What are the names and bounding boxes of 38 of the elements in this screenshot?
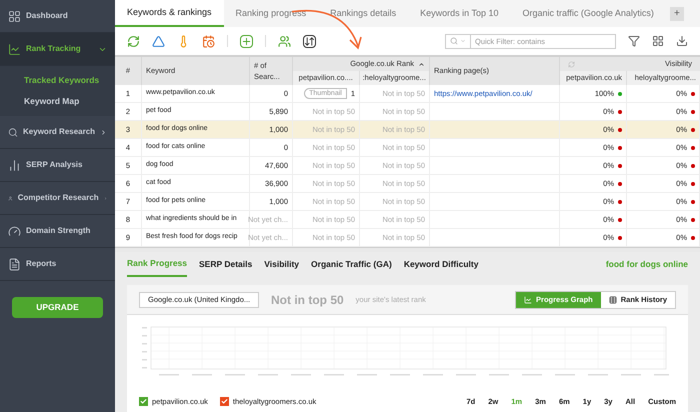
legend-checkbox[interactable] <box>139 396 148 406</box>
calendar-icon[interactable] <box>202 34 215 48</box>
dashboard-icon <box>8 10 21 22</box>
tab[interactable]: Rankings details <box>318 0 408 27</box>
sidebar-subitem[interactable]: Tracked Keywords <box>0 70 115 91</box>
users-icon[interactable] <box>278 34 291 48</box>
document-icon <box>8 258 21 270</box>
refresh-icon[interactable] <box>127 34 140 48</box>
download-icon[interactable] <box>676 35 688 47</box>
gauge-icon <box>8 224 21 238</box>
details-tab[interactable]: Visibility <box>264 252 300 277</box>
search-icon <box>8 126 18 138</box>
add-icon[interactable] <box>240 34 253 48</box>
details-tab[interactable]: Keyword Difficulty <box>404 252 478 277</box>
tab[interactable]: Keywords & rankings <box>115 0 224 27</box>
sort-icon[interactable] <box>303 34 316 48</box>
table-icon <box>608 296 617 304</box>
chart-icon <box>524 296 532 304</box>
details-tab[interactable]: Organic Traffic (GA) <box>311 252 392 277</box>
line-chart-icon <box>8 42 21 56</box>
legend-checkbox[interactable] <box>220 396 229 406</box>
details-tab[interactable]: SERP Details <box>199 252 252 277</box>
triangle-icon[interactable] <box>152 34 165 48</box>
chevron-down-icon <box>460 38 466 44</box>
selected-keyword: food for dogs online <box>606 258 688 271</box>
bar-chart-icon <box>8 158 21 172</box>
check-icon <box>220 398 228 405</box>
add-tab-button[interactable]: + <box>670 6 684 20</box>
search-options-button[interactable] <box>445 34 471 48</box>
tab[interactable]: Organic traffic (Google Analytics) <box>510 0 666 27</box>
grid-icon[interactable] <box>652 35 664 47</box>
filter-icon[interactable] <box>628 35 640 47</box>
latest-rank: Not in top 50 <box>271 292 344 308</box>
check-icon <box>140 398 147 405</box>
tab[interactable]: Keywords in Top 10 <box>408 0 511 27</box>
sidebar-subitem[interactable]: Keyword Map <box>0 91 115 112</box>
search-icon <box>450 37 458 45</box>
sort-ascending-icon <box>418 60 425 68</box>
